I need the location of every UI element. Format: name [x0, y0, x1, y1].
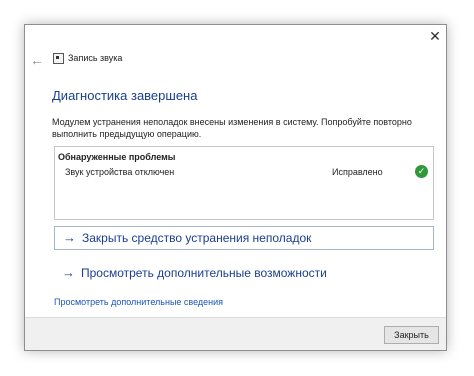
window-title: Запись звука	[68, 53, 123, 63]
description-text: Модулем устранения неполадок внесены изм…	[52, 117, 412, 139]
problems-box: Обнаруженные проблемы Звук устройства от…	[54, 146, 434, 220]
back-arrow-icon[interactable]: ←	[30, 52, 44, 68]
close-icon[interactable]: ✕	[427, 28, 443, 44]
troubleshooter-window: ✕ ← Запись звука Диагностика завершена М…	[24, 24, 447, 351]
more-options-link[interactable]: → Просмотреть дополнительные возможности	[54, 262, 434, 286]
page-title: Диагностика завершена	[52, 88, 198, 103]
footer-bar: Закрыть	[25, 317, 446, 350]
more-options-label: Просмотреть дополнительные возможности	[81, 266, 327, 280]
problem-row: Звук устройства отключен Исправлено ✓	[55, 164, 433, 180]
audio-recording-icon	[53, 53, 64, 64]
problems-header: Обнаруженные проблемы	[58, 152, 176, 162]
problem-name: Звук устройства отключен	[65, 167, 175, 177]
arrow-right-icon: →	[62, 265, 75, 280]
close-troubleshooter-link[interactable]: → Закрыть средство устранения неполадок	[54, 226, 434, 250]
arrow-right-icon: →	[63, 230, 76, 245]
check-icon: ✓	[415, 165, 428, 178]
close-troubleshooter-label: Закрыть средство устранения неполадок	[82, 231, 312, 245]
problem-status: Исправлено	[332, 167, 383, 177]
view-details-link[interactable]: Просмотреть дополнительные сведения	[54, 296, 223, 308]
close-button[interactable]: Закрыть	[384, 326, 439, 344]
